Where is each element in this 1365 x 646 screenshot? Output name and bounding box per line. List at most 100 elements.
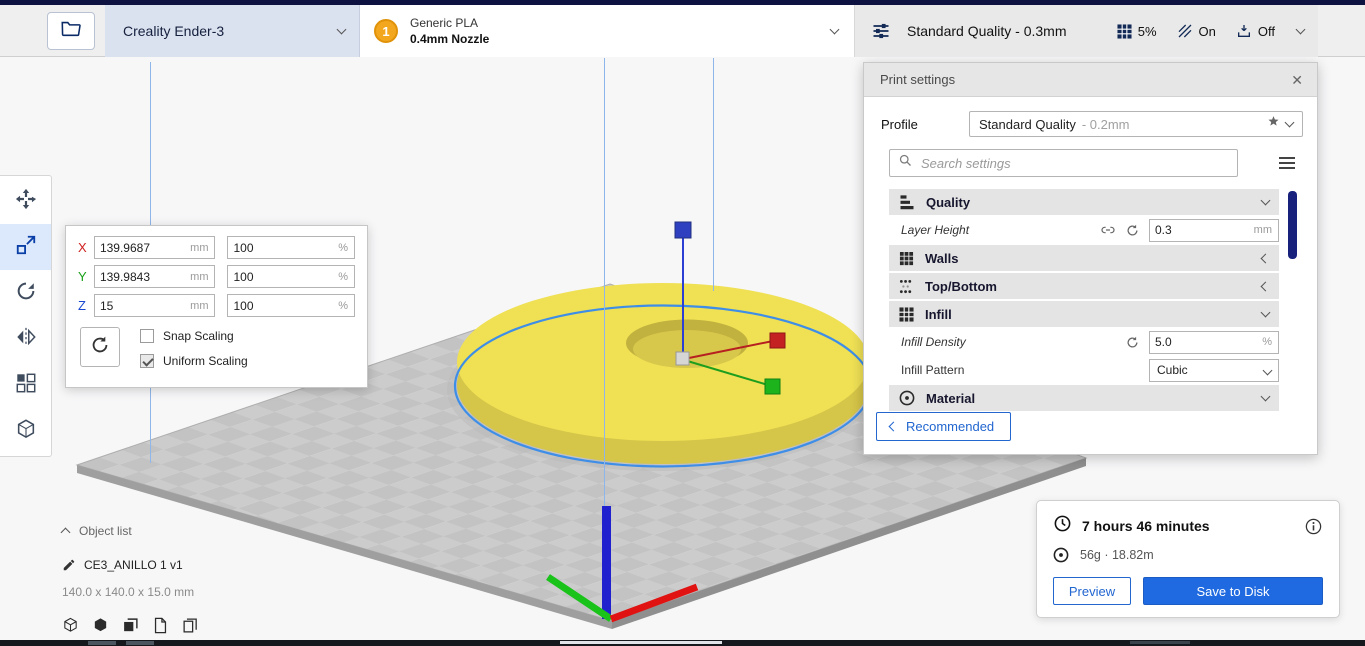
scale-y-pct-field[interactable]: % (227, 265, 355, 288)
move-tool-button[interactable] (0, 178, 51, 224)
snap-scaling-label: Snap Scaling (163, 329, 234, 343)
settings-scrollbar[interactable] (1288, 191, 1297, 259)
material-usage: 56g · 18.82m (1080, 548, 1154, 562)
settings-search[interactable] (889, 149, 1238, 177)
chevron-left-icon (1260, 253, 1271, 263)
printer-selector[interactable]: Creality Ender-3 (105, 5, 360, 57)
scale-z-mm-input[interactable] (94, 295, 215, 316)
material-selector[interactable]: 1 Generic PLA 0.4mm Nozzle (360, 5, 855, 57)
scale-y-mm-field[interactable]: mm (93, 265, 216, 288)
support-blocker-icon (15, 418, 37, 445)
search-input[interactable] (921, 155, 1229, 171)
info-icon[interactable] (1304, 517, 1323, 536)
search-icon (898, 153, 913, 173)
scale-tool-button[interactable] (0, 224, 51, 270)
object-list-item[interactable]: CE3_ANILLO 1 v1 (62, 558, 199, 572)
main-toolbar: Creality Ender-3 1 Generic PLA 0.4mm Noz… (0, 5, 1365, 57)
recommended-mode-button[interactable]: Recommended (876, 412, 1012, 441)
scale-row-y: Y mm % (78, 265, 355, 288)
profile-dropdown[interactable]: Standard Quality - 0.2mm (969, 111, 1303, 137)
print-summary-card: 7 hours 46 minutes 56g · 18.82m Preview … (1036, 500, 1340, 618)
window-top-strip (0, 0, 1365, 5)
adhesion-status: On (1177, 23, 1216, 39)
per-model-settings-button[interactable] (0, 362, 51, 408)
section-label: Walls (925, 250, 959, 266)
uniform-scaling-checkbox[interactable]: Uniform Scaling (140, 354, 248, 368)
sheet-icon[interactable] (152, 617, 169, 634)
duplicate-sheet-icon[interactable] (182, 617, 199, 634)
scale-y-mm-input[interactable] (94, 266, 215, 287)
layer-height-input[interactable] (1150, 219, 1278, 241)
setting-infill-pattern: Infill Pattern Cubic (889, 357, 1279, 383)
taskbar-item (1130, 641, 1190, 644)
print-time: 7 hours 46 minutes (1082, 518, 1210, 534)
reset-icon[interactable] (1125, 223, 1140, 238)
scale-z-pct-field[interactable]: % (227, 294, 355, 317)
infill-status: 5% (1117, 24, 1157, 39)
object-list-toggle[interactable]: Object list (60, 524, 199, 538)
section-infill[interactable]: Infill (889, 301, 1279, 327)
layer-height-field[interactable]: mm (1149, 218, 1279, 242)
support-blocker-button[interactable] (0, 408, 51, 454)
print-setup-selector[interactable]: Standard Quality - 0.3mm 5% On Off (855, 5, 1318, 57)
section-material[interactable]: Material (889, 385, 1279, 411)
setting-layer-height: Layer Height mm (889, 217, 1279, 243)
print-settings-panel: Print settings ✕ Profile Standard Qualit… (863, 62, 1318, 455)
support-state: Off (1257, 23, 1275, 39)
infill-density-field[interactable]: % (1149, 330, 1279, 354)
scale-y-pct-input[interactable] (228, 266, 354, 287)
gizmo-center-handle[interactable] (675, 351, 690, 366)
scale-row-x: X mm % (78, 236, 355, 259)
material-name: Generic PLA (410, 16, 479, 30)
setting-infill-density: Infill Density % (889, 329, 1279, 355)
reset-scale-button[interactable] (80, 327, 120, 367)
model-dimensions: 140.0 x 140.0 x 15.0 mm (62, 585, 195, 599)
preview-button[interactable]: Preview (1053, 577, 1131, 605)
close-icon[interactable]: ✕ (1291, 73, 1303, 87)
cube-solid-icon[interactable] (92, 617, 109, 634)
section-top-bottom[interactable]: Top/Bottom (889, 273, 1279, 299)
checkbox-checked-icon (140, 354, 154, 368)
cura-window: Creality Ender-3 1 Generic PLA 0.4mm Noz… (0, 0, 1365, 646)
settings-menu-button[interactable] (1277, 153, 1297, 173)
section-quality[interactable]: Quality (889, 189, 1279, 215)
copy-model-icon[interactable] (122, 617, 139, 634)
scale-x-pct-input[interactable] (228, 237, 354, 258)
setting-label: Infill Pattern (901, 363, 965, 377)
chevron-down-icon (1260, 307, 1271, 318)
mirror-tool-button[interactable] (0, 316, 51, 362)
model-file-name: CE3_ANILLO 1 v1 (84, 558, 183, 572)
adhesion-icon (1177, 23, 1193, 39)
reset-icon[interactable] (1125, 335, 1140, 350)
scale-x-mm-input[interactable] (94, 237, 215, 258)
support-icon (1236, 23, 1252, 39)
support-status: Off (1236, 23, 1275, 39)
gizmo-z-handle[interactable] (674, 221, 692, 239)
material-icon (899, 390, 915, 406)
link-icon[interactable] (1100, 222, 1116, 238)
chevron-down-icon (1262, 365, 1273, 376)
rotate-tool-button[interactable] (0, 270, 51, 316)
chevron-left-icon (1260, 281, 1271, 291)
snap-scaling-checkbox[interactable]: Snap Scaling (140, 329, 248, 343)
cube-outline-icon[interactable] (62, 617, 79, 634)
axis-y-label: Y (78, 269, 87, 284)
nozzle-size: 0.4mm Nozzle (410, 32, 490, 46)
scale-z-pct-input[interactable] (228, 295, 354, 316)
gizmo-y-handle[interactable] (764, 378, 781, 395)
infill-density-input[interactable] (1150, 331, 1278, 353)
taskbar-item (560, 641, 722, 644)
scale-x-mm-field[interactable]: mm (93, 236, 216, 259)
open-file-button[interactable] (47, 12, 95, 50)
chevron-down-icon (1284, 117, 1295, 128)
scale-x-pct-field[interactable]: % (227, 236, 355, 259)
gizmo-x-handle[interactable] (769, 332, 786, 349)
infill-pattern-select[interactable]: Cubic (1149, 358, 1279, 382)
scale-z-mm-field[interactable]: mm (93, 294, 216, 317)
scale-row-z: Z mm % (78, 294, 355, 317)
taskbar-item (88, 641, 116, 645)
settings-list: Quality Layer Height mm (889, 189, 1279, 411)
save-to-disk-button[interactable]: Save to Disk (1143, 577, 1323, 605)
model-anillo[interactable] (453, 283, 873, 468)
section-walls[interactable]: Walls (889, 245, 1279, 271)
